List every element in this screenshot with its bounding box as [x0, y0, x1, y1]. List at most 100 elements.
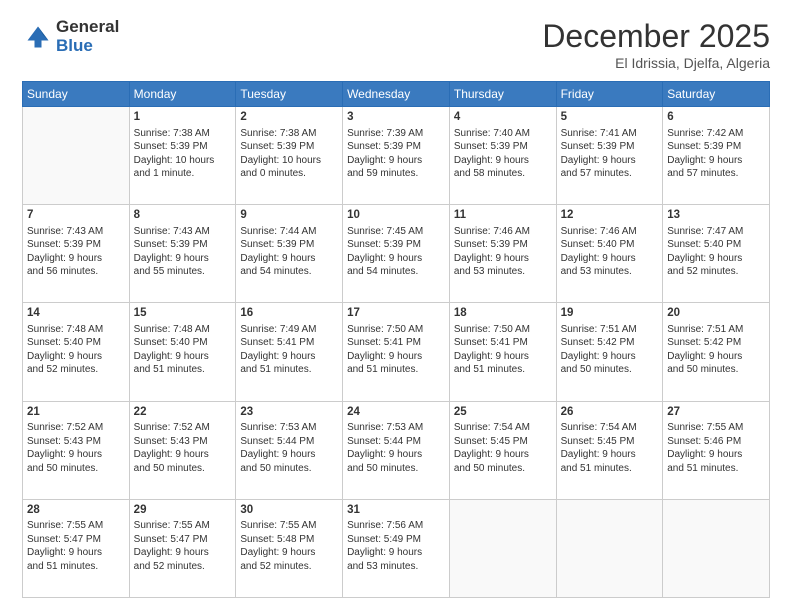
day-info: Sunrise: 7:41 AM Sunset: 5:39 PM Dayligh…: [561, 127, 659, 181]
day-number: 31: [347, 503, 445, 519]
calendar-cell: 17Sunrise: 7:50 AM Sunset: 5:41 PM Dayli…: [343, 303, 450, 401]
day-number: 12: [561, 208, 659, 224]
calendar-cell: 27Sunrise: 7:55 AM Sunset: 5:46 PM Dayli…: [663, 401, 770, 499]
day-number: 15: [134, 306, 232, 322]
calendar-cell: 29Sunrise: 7:55 AM Sunset: 5:47 PM Dayli…: [129, 499, 236, 597]
calendar-cell: 13Sunrise: 7:47 AM Sunset: 5:40 PM Dayli…: [663, 205, 770, 303]
calendar-table: SundayMondayTuesdayWednesdayThursdayFrid…: [22, 81, 770, 598]
calendar-cell: 9Sunrise: 7:44 AM Sunset: 5:39 PM Daylig…: [236, 205, 343, 303]
day-number: 19: [561, 306, 659, 322]
day-number: 24: [347, 405, 445, 421]
day-info: Sunrise: 7:48 AM Sunset: 5:40 PM Dayligh…: [27, 323, 125, 377]
calendar-cell: 31Sunrise: 7:56 AM Sunset: 5:49 PM Dayli…: [343, 499, 450, 597]
day-info: Sunrise: 7:45 AM Sunset: 5:39 PM Dayligh…: [347, 225, 445, 279]
day-number: 21: [27, 405, 125, 421]
calendar-cell: 12Sunrise: 7:46 AM Sunset: 5:40 PM Dayli…: [556, 205, 663, 303]
calendar-cell: 26Sunrise: 7:54 AM Sunset: 5:45 PM Dayli…: [556, 401, 663, 499]
day-info: Sunrise: 7:47 AM Sunset: 5:40 PM Dayligh…: [667, 225, 765, 279]
month-title: December 2025: [542, 18, 770, 55]
day-number: 2: [240, 110, 338, 126]
day-number: 18: [454, 306, 552, 322]
calendar-day-header: Wednesday: [343, 82, 450, 107]
location: El Idrissia, Djelfa, Algeria: [542, 55, 770, 71]
day-number: 28: [27, 503, 125, 519]
calendar-cell: 4Sunrise: 7:40 AM Sunset: 5:39 PM Daylig…: [449, 107, 556, 205]
day-info: Sunrise: 7:55 AM Sunset: 5:46 PM Dayligh…: [667, 421, 765, 475]
calendar-cell: 15Sunrise: 7:48 AM Sunset: 5:40 PM Dayli…: [129, 303, 236, 401]
day-number: 30: [240, 503, 338, 519]
day-number: 17: [347, 306, 445, 322]
day-number: 5: [561, 110, 659, 126]
day-info: Sunrise: 7:48 AM Sunset: 5:40 PM Dayligh…: [134, 323, 232, 377]
calendar-cell: 10Sunrise: 7:45 AM Sunset: 5:39 PM Dayli…: [343, 205, 450, 303]
calendar-cell: 25Sunrise: 7:54 AM Sunset: 5:45 PM Dayli…: [449, 401, 556, 499]
logo-general-text: General: [56, 18, 119, 37]
calendar-cell: 5Sunrise: 7:41 AM Sunset: 5:39 PM Daylig…: [556, 107, 663, 205]
day-number: 16: [240, 306, 338, 322]
calendar-cell: 23Sunrise: 7:53 AM Sunset: 5:44 PM Dayli…: [236, 401, 343, 499]
calendar-cell: 16Sunrise: 7:49 AM Sunset: 5:41 PM Dayli…: [236, 303, 343, 401]
day-number: 26: [561, 405, 659, 421]
day-number: 11: [454, 208, 552, 224]
day-number: 27: [667, 405, 765, 421]
day-info: Sunrise: 7:43 AM Sunset: 5:39 PM Dayligh…: [134, 225, 232, 279]
calendar-cell: [556, 499, 663, 597]
day-number: 25: [454, 405, 552, 421]
calendar-day-header: Monday: [129, 82, 236, 107]
calendar-week-row: 14Sunrise: 7:48 AM Sunset: 5:40 PM Dayli…: [23, 303, 770, 401]
calendar-cell: 6Sunrise: 7:42 AM Sunset: 5:39 PM Daylig…: [663, 107, 770, 205]
day-info: Sunrise: 7:46 AM Sunset: 5:39 PM Dayligh…: [454, 225, 552, 279]
day-info: Sunrise: 7:51 AM Sunset: 5:42 PM Dayligh…: [561, 323, 659, 377]
calendar-cell: 21Sunrise: 7:52 AM Sunset: 5:43 PM Dayli…: [23, 401, 130, 499]
calendar-cell: 28Sunrise: 7:55 AM Sunset: 5:47 PM Dayli…: [23, 499, 130, 597]
calendar-cell: 7Sunrise: 7:43 AM Sunset: 5:39 PM Daylig…: [23, 205, 130, 303]
calendar-cell: 22Sunrise: 7:52 AM Sunset: 5:43 PM Dayli…: [129, 401, 236, 499]
day-info: Sunrise: 7:49 AM Sunset: 5:41 PM Dayligh…: [240, 323, 338, 377]
logo-blue-text: Blue: [56, 37, 119, 56]
calendar-header-row: SundayMondayTuesdayWednesdayThursdayFrid…: [23, 82, 770, 107]
day-info: Sunrise: 7:40 AM Sunset: 5:39 PM Dayligh…: [454, 127, 552, 181]
day-number: 7: [27, 208, 125, 224]
day-number: 3: [347, 110, 445, 126]
calendar-day-header: Thursday: [449, 82, 556, 107]
calendar-cell: 20Sunrise: 7:51 AM Sunset: 5:42 PM Dayli…: [663, 303, 770, 401]
calendar-cell: 18Sunrise: 7:50 AM Sunset: 5:41 PM Dayli…: [449, 303, 556, 401]
day-number: 6: [667, 110, 765, 126]
day-number: 9: [240, 208, 338, 224]
calendar-cell: 30Sunrise: 7:55 AM Sunset: 5:48 PM Dayli…: [236, 499, 343, 597]
day-info: Sunrise: 7:52 AM Sunset: 5:43 PM Dayligh…: [134, 421, 232, 475]
day-number: 4: [454, 110, 552, 126]
day-info: Sunrise: 7:55 AM Sunset: 5:47 PM Dayligh…: [27, 519, 125, 573]
day-info: Sunrise: 7:50 AM Sunset: 5:41 PM Dayligh…: [454, 323, 552, 377]
calendar-day-header: Saturday: [663, 82, 770, 107]
header: General Blue December 2025 El Idrissia, …: [22, 18, 770, 71]
calendar-cell: [663, 499, 770, 597]
calendar-week-row: 28Sunrise: 7:55 AM Sunset: 5:47 PM Dayli…: [23, 499, 770, 597]
day-number: 14: [27, 306, 125, 322]
calendar-cell: 19Sunrise: 7:51 AM Sunset: 5:42 PM Dayli…: [556, 303, 663, 401]
calendar-cell: [23, 107, 130, 205]
calendar-cell: 11Sunrise: 7:46 AM Sunset: 5:39 PM Dayli…: [449, 205, 556, 303]
calendar-cell: 24Sunrise: 7:53 AM Sunset: 5:44 PM Dayli…: [343, 401, 450, 499]
calendar-cell: 1Sunrise: 7:38 AM Sunset: 5:39 PM Daylig…: [129, 107, 236, 205]
calendar-cell: 2Sunrise: 7:38 AM Sunset: 5:39 PM Daylig…: [236, 107, 343, 205]
day-info: Sunrise: 7:38 AM Sunset: 5:39 PM Dayligh…: [134, 127, 232, 181]
day-info: Sunrise: 7:56 AM Sunset: 5:49 PM Dayligh…: [347, 519, 445, 573]
day-info: Sunrise: 7:42 AM Sunset: 5:39 PM Dayligh…: [667, 127, 765, 181]
day-info: Sunrise: 7:53 AM Sunset: 5:44 PM Dayligh…: [347, 421, 445, 475]
day-number: 8: [134, 208, 232, 224]
page: General Blue December 2025 El Idrissia, …: [0, 0, 792, 612]
day-info: Sunrise: 7:39 AM Sunset: 5:39 PM Dayligh…: [347, 127, 445, 181]
day-number: 10: [347, 208, 445, 224]
day-info: Sunrise: 7:46 AM Sunset: 5:40 PM Dayligh…: [561, 225, 659, 279]
day-number: 13: [667, 208, 765, 224]
day-number: 22: [134, 405, 232, 421]
day-info: Sunrise: 7:51 AM Sunset: 5:42 PM Dayligh…: [667, 323, 765, 377]
day-info: Sunrise: 7:54 AM Sunset: 5:45 PM Dayligh…: [561, 421, 659, 475]
day-info: Sunrise: 7:54 AM Sunset: 5:45 PM Dayligh…: [454, 421, 552, 475]
calendar-week-row: 1Sunrise: 7:38 AM Sunset: 5:39 PM Daylig…: [23, 107, 770, 205]
calendar-day-header: Tuesday: [236, 82, 343, 107]
calendar-cell: 8Sunrise: 7:43 AM Sunset: 5:39 PM Daylig…: [129, 205, 236, 303]
day-number: 23: [240, 405, 338, 421]
day-info: Sunrise: 7:43 AM Sunset: 5:39 PM Dayligh…: [27, 225, 125, 279]
